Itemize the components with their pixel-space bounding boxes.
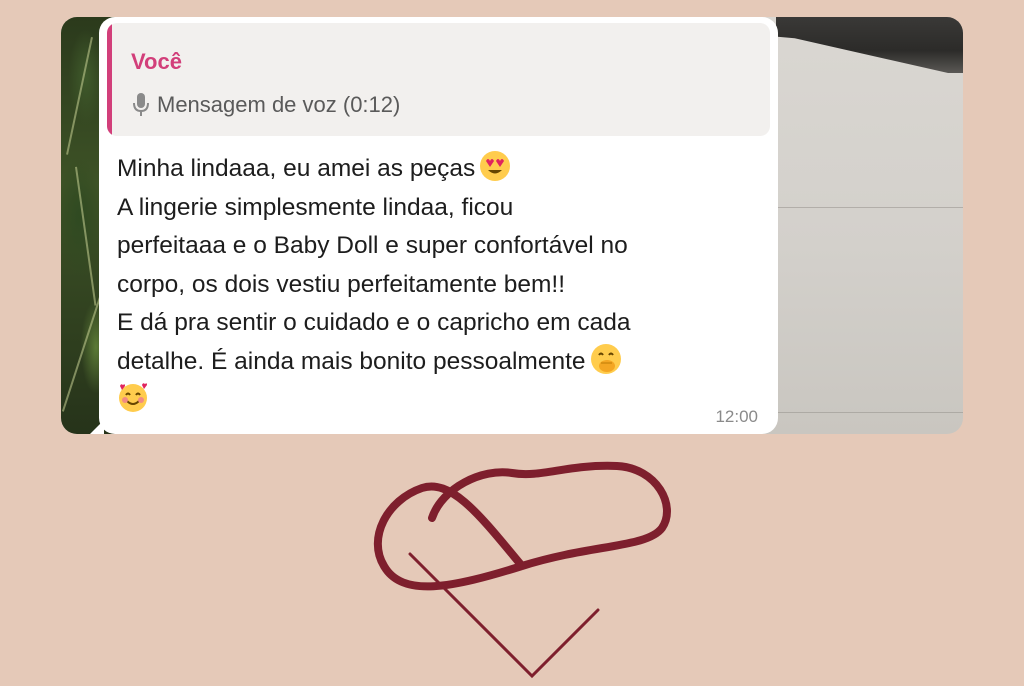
heart-eyes-emoji (479, 150, 511, 182)
message-line: detalhe. É ainda mais bonito pessoalment… (117, 347, 586, 375)
microphone-icon (131, 92, 151, 118)
message-line: Minha lindaaa, eu amei as peças (117, 155, 476, 182)
quote-accent-bar (107, 23, 112, 136)
quote-author: Você (131, 49, 182, 74)
message-text: Minha lindaaa, eu amei as peças A linger… (117, 150, 767, 420)
quoted-voice-message[interactable]: Você Mensagem de voz (0:12) (107, 23, 770, 136)
infinity-heart-logo (362, 448, 682, 684)
message-line: E dá pra sentir o cuidado e o capricho e… (117, 309, 631, 336)
message-bubble[interactable]: Você Mensagem de voz (0:12) Minha lindaa… (99, 17, 778, 434)
message-timestamp: 12:00 (715, 407, 758, 426)
message-line: A lingerie simplesmente lindaa, ficou (117, 193, 514, 221)
smiling-face-with-hearts-emoji (117, 381, 149, 413)
quote-content: Mensagem de voz (0:12) (131, 92, 400, 118)
message-line: corpo, os dois vestiu perfeitamente bem!… (117, 270, 566, 298)
window-rail (776, 17, 963, 73)
voice-message-label: Mensagem de voz (0:12) (157, 92, 401, 117)
message-line: perfeitaaa e o Baby Doll e super confort… (117, 232, 628, 259)
hand-over-mouth-emoji (590, 343, 622, 375)
